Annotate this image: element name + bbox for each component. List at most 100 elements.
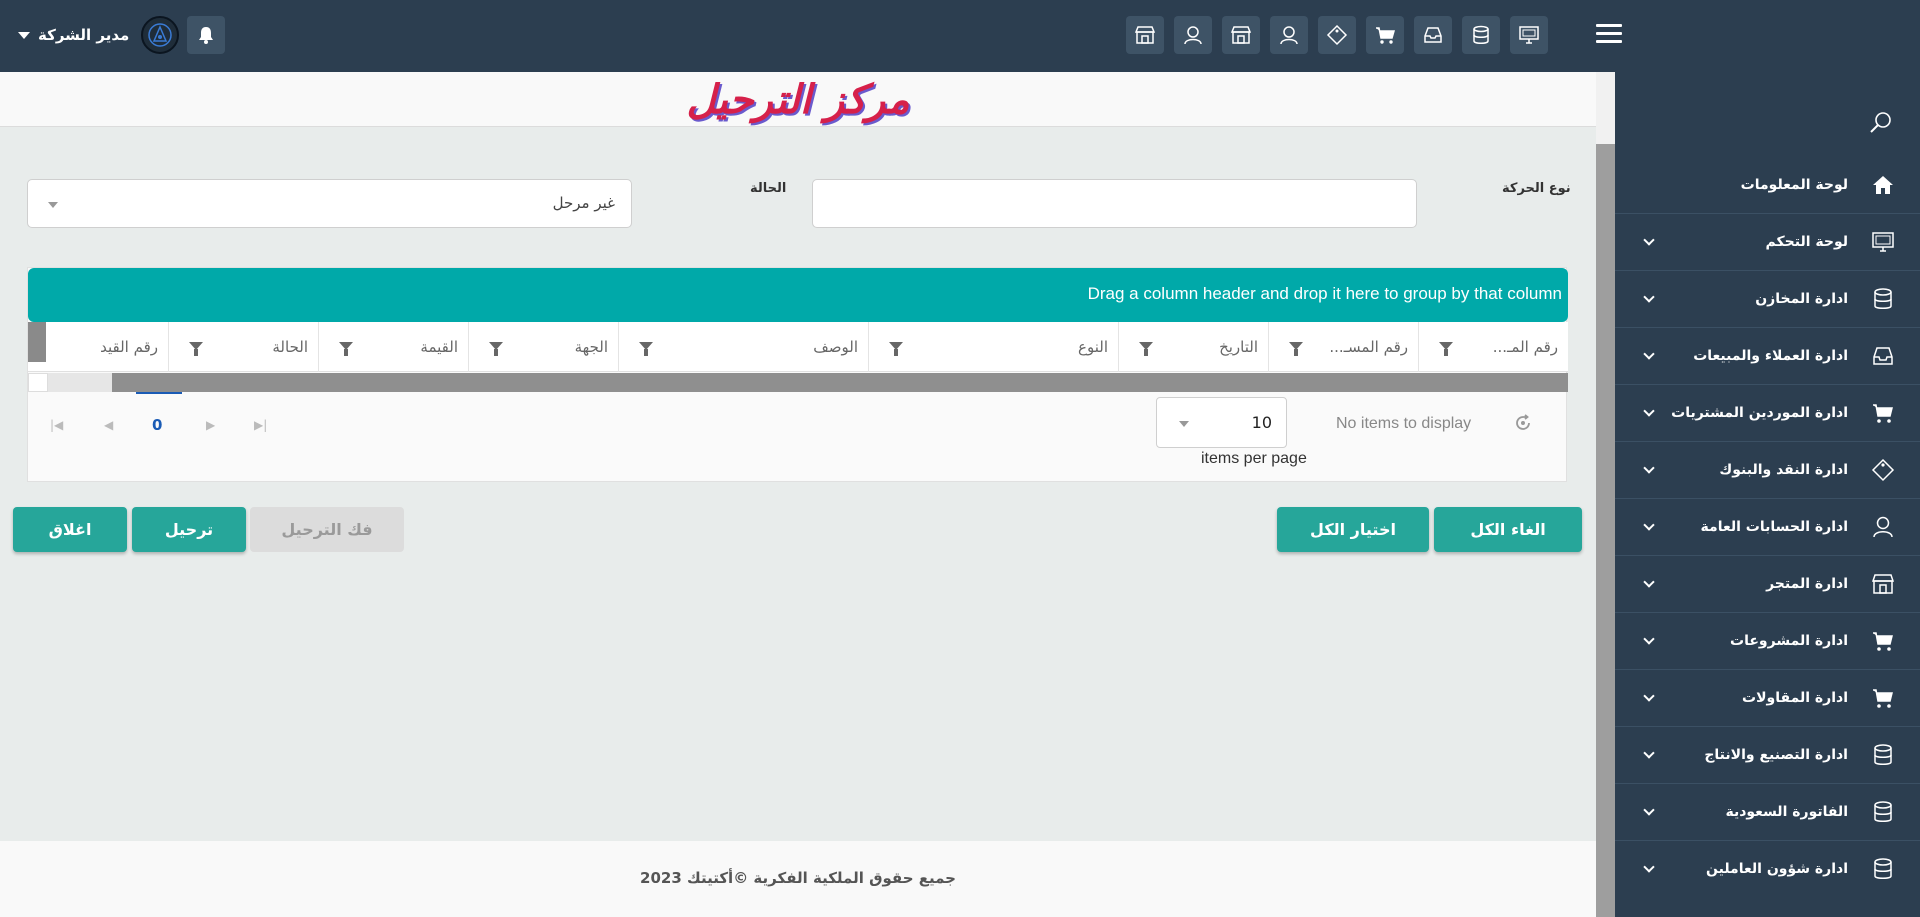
chevron-down-icon[interactable]	[1643, 519, 1655, 531]
user-icon	[1870, 514, 1896, 540]
page-scrollbar[interactable]	[1596, 72, 1615, 917]
column-header[interactable]: الجهة	[468, 322, 618, 372]
grid-horizontal-scrollbar[interactable]	[28, 373, 1568, 392]
grid-header-row: رقم المـ... رقم المسـ... التاريخ النوع ا…	[28, 322, 1568, 372]
sidebar-item[interactable]: لوحة المعلومات	[1615, 156, 1920, 213]
filter-icon[interactable]	[489, 342, 503, 356]
page-size-select[interactable]: 10	[1156, 397, 1287, 448]
inbox-icon	[1870, 343, 1896, 369]
current-page-number[interactable]: 0	[152, 416, 162, 434]
sidebar-item[interactable]: ادارة الموردين المشتريات	[1615, 384, 1920, 441]
sidebar-item-label: ادارة الموردين المشتريات	[1671, 405, 1848, 421]
filter-icon[interactable]	[889, 342, 903, 356]
sidebar-item[interactable]: ادارة التصنيع والانتاج	[1615, 726, 1920, 783]
last-page-icon[interactable]: ▶|	[254, 418, 267, 432]
filter-icon[interactable]	[189, 342, 203, 356]
sidebar-item-label: ادارة المشروعات	[1730, 633, 1848, 649]
database-icon	[1870, 742, 1896, 768]
column-header[interactable]: النوع	[868, 322, 1118, 372]
sidebar-item[interactable]: ادارة الحسابات العامة	[1615, 498, 1920, 555]
sidebar-item[interactable]: ادارة المتجر	[1615, 555, 1920, 612]
chevron-down-icon[interactable]	[1643, 861, 1655, 873]
sidebar-item-label: ادارة المخازن	[1755, 291, 1848, 307]
chevron-down-icon[interactable]	[1643, 747, 1655, 759]
sidebar-item-label: ادارة الحسابات العامة	[1700, 519, 1848, 535]
cart-icon	[1870, 400, 1896, 426]
copyright-text: جميع حقوق الملكية الفكرية ©أكتيتك 2023	[640, 869, 956, 887]
unpost-button[interactable]: فك الترحيل	[250, 507, 404, 552]
filter-icon[interactable]	[1439, 342, 1453, 356]
sidebar-item[interactable]: ادارة النقد والبنوك	[1615, 441, 1920, 498]
sidebar-item-label: لوحة التحكم	[1765, 234, 1848, 250]
chevron-down-icon[interactable]	[1643, 462, 1655, 474]
grid-scrollbar-thumb[interactable]	[112, 373, 1568, 392]
chevron-down-icon[interactable]	[1643, 576, 1655, 588]
tag-icon[interactable]	[1318, 16, 1356, 54]
search-icon[interactable]	[1868, 110, 1894, 140]
column-header[interactable]: القيمة	[318, 322, 468, 372]
user-icon[interactable]	[1174, 16, 1212, 54]
page-scrollbar-thumb[interactable]	[1596, 144, 1615, 917]
status-select[interactable]: غير مرحل	[27, 179, 632, 228]
page-title: مركز الترحيل	[686, 76, 910, 123]
database-icon[interactable]	[1462, 16, 1500, 54]
movement-type-input[interactable]	[812, 179, 1417, 228]
chevron-down-icon[interactable]	[1643, 405, 1655, 417]
filter-icon[interactable]	[1289, 342, 1303, 356]
sidebar-item[interactable]: ادارة شؤون العاملين	[1615, 840, 1920, 897]
next-page-icon[interactable]: ▶	[206, 418, 215, 432]
column-header[interactable]: التاريخ	[1118, 322, 1268, 372]
post-button[interactable]: ترحيل	[132, 507, 246, 552]
chevron-down-icon[interactable]	[1643, 690, 1655, 702]
column-header[interactable]: الوصف	[618, 322, 868, 372]
sidebar-item[interactable]: ادارة المقاولات	[1615, 669, 1920, 726]
column-header[interactable]: الحالة	[168, 322, 318, 372]
filter-icon[interactable]	[339, 342, 353, 356]
grid-select-column[interactable]	[28, 322, 46, 362]
notifications-button[interactable]	[187, 16, 226, 54]
chevron-down-icon	[1179, 421, 1189, 427]
avatar[interactable]	[141, 16, 180, 54]
store-icon[interactable]	[1222, 16, 1260, 54]
inbox-icon[interactable]	[1414, 16, 1452, 54]
sidebar-item[interactable]: ادارة المخازن	[1615, 270, 1920, 327]
sidebar-item[interactable]: ادارة العملاء والمبيعات	[1615, 327, 1920, 384]
user-name: مدير الشركة	[38, 26, 130, 44]
column-header[interactable]: رقم القيد	[46, 322, 168, 372]
grid-pager: |◀ ◀ 0 ▶ ▶| 10 items per page No items t…	[28, 392, 1568, 482]
column-header[interactable]: رقم المسـ...	[1268, 322, 1418, 372]
deselect-all-button[interactable]: الغاء الكل	[1434, 507, 1582, 552]
chevron-down-icon[interactable]	[1643, 291, 1655, 303]
first-page-icon[interactable]: |◀	[50, 418, 63, 432]
user-icon[interactable]	[1270, 16, 1308, 54]
select-all-button[interactable]: اختيار الكل	[1277, 507, 1429, 552]
sidebar-item-label: لوحة المعلومات	[1740, 176, 1848, 193]
column-header[interactable]: رقم المـ...	[1418, 322, 1568, 372]
chevron-down-icon[interactable]	[1643, 348, 1655, 360]
user-menu[interactable]: مدير الشركة	[18, 16, 226, 54]
close-button[interactable]: اغلاق	[13, 507, 127, 552]
caret-down-icon	[18, 31, 30, 39]
chevron-down-icon[interactable]	[1643, 804, 1655, 816]
group-drop-area[interactable]: Drag a column header and drop it here to…	[28, 268, 1568, 322]
chevron-down-icon[interactable]	[1643, 633, 1655, 645]
filter-icon[interactable]	[639, 342, 653, 356]
chevron-down-icon[interactable]	[1643, 234, 1655, 246]
refresh-icon[interactable]	[1514, 414, 1532, 436]
menu-toggle-icon[interactable]	[1596, 24, 1622, 46]
cart-icon[interactable]	[1366, 16, 1404, 54]
store-icon	[1870, 571, 1896, 597]
page-footer: جميع حقوق الملكية الفكرية ©أكتيتك 2023	[0, 841, 1596, 917]
pager-status: No items to display	[1336, 415, 1472, 432]
posting-grid: Drag a column header and drop it here to…	[27, 267, 1568, 482]
cart-icon	[1870, 628, 1896, 654]
group-hint-text: Drag a column header and drop it here to…	[1087, 284, 1562, 303]
cart-icon	[1870, 685, 1896, 711]
filter-icon[interactable]	[1139, 342, 1153, 356]
store-icon[interactable]	[1126, 16, 1164, 54]
monitor-icon[interactable]	[1510, 16, 1548, 54]
sidebar-item[interactable]: لوحة التحكم	[1615, 213, 1920, 270]
prev-page-icon[interactable]: ◀	[104, 418, 113, 432]
sidebar-item[interactable]: الفاتورة السعودية	[1615, 783, 1920, 840]
sidebar-item[interactable]: ادارة المشروعات	[1615, 612, 1920, 669]
